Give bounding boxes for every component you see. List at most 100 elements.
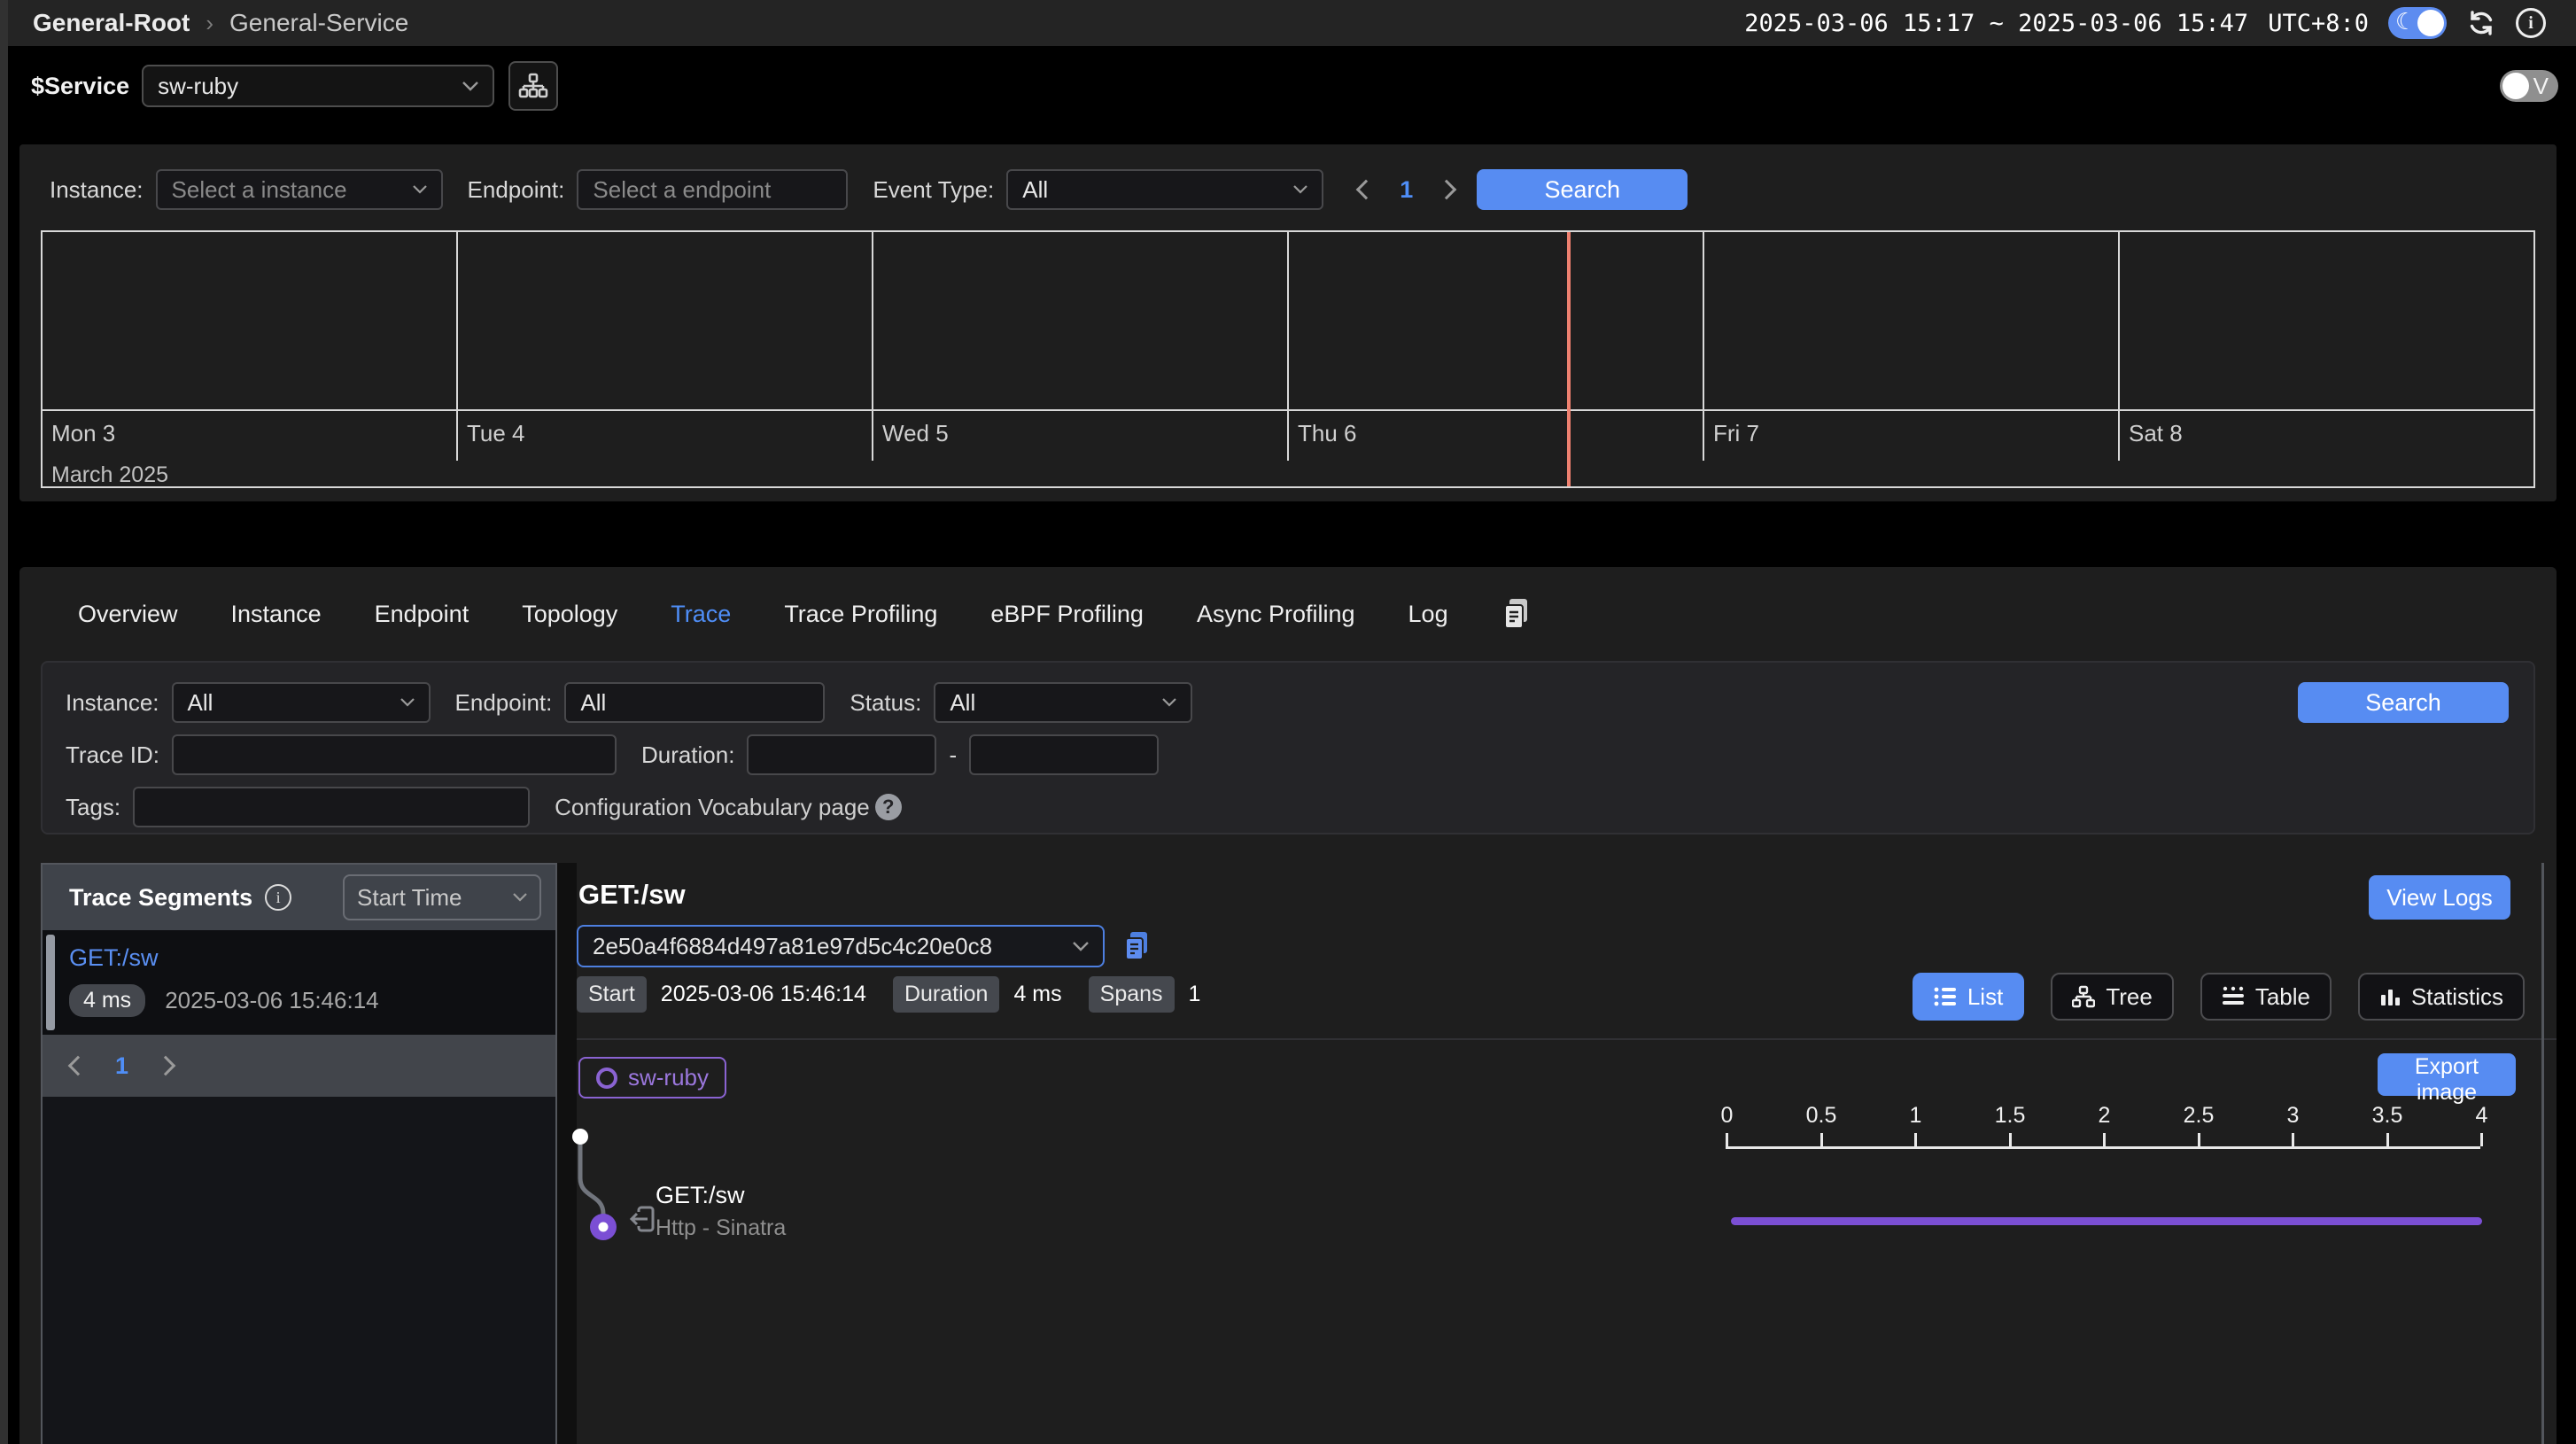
view-list-button[interactable]: List <box>1913 973 2024 1021</box>
collapsed-nav-strip <box>0 0 8 1444</box>
segment-duration-badge: 4 ms <box>69 984 145 1017</box>
chevron-down-icon <box>1162 698 1176 707</box>
filter-duration-min-input[interactable] <box>747 734 936 775</box>
calendar-day-label: Sat 8 <box>2120 411 2533 461</box>
calendar-month-label: March 2025 <box>43 461 2533 493</box>
copy-dashboard-icon[interactable] <box>1501 597 1532 631</box>
span-name[interactable]: GET:/sw <box>656 1182 745 1209</box>
trace-segment-item[interactable]: GET:/sw 4 ms 2025-03-06 15:46:14 <box>43 930 555 1035</box>
event-instance-label: Instance: <box>50 176 144 204</box>
view-statistics-button[interactable]: Statistics <box>2358 973 2525 1021</box>
trace-duration: 4 ms <box>1013 982 1061 1007</box>
list-icon <box>1934 986 1957 1007</box>
topology-icon <box>518 73 548 99</box>
view-table-button[interactable]: Table <box>2200 973 2332 1021</box>
view-logs-button[interactable]: View Logs <box>2369 875 2510 920</box>
service-variable-label: $Service <box>31 73 129 100</box>
breadcrumb-current[interactable]: General-Service <box>229 9 408 37</box>
calendar-day-cell[interactable] <box>1289 232 1704 409</box>
tree-icon <box>2072 985 2095 1008</box>
spans-chip: Spans <box>1089 976 1175 1013</box>
service-legend-icon <box>596 1067 617 1089</box>
timezone-label[interactable]: UTC+8:0 <box>2268 10 2369 37</box>
trace-id-value: 2e50a4f6884d497a81e97d5c4c20e0c8 <box>593 933 992 960</box>
event-panel: Instance: Select a instance Endpoint: Ev… <box>19 144 2557 501</box>
top-header: General-Root › General-Service 2025-03-0… <box>8 0 2576 46</box>
filter-duration-max-input[interactable] <box>969 734 1159 775</box>
time-range-picker[interactable]: 2025-03-06 15:17 ~ 2025-03-06 15:47 <box>1744 10 2248 37</box>
filter-endpoint-input[interactable] <box>564 682 825 723</box>
service-select[interactable]: sw-ruby <box>142 65 494 107</box>
next-page-icon[interactable] <box>156 1056 176 1076</box>
vocabulary-link[interactable]: Configuration Vocabulary page <box>555 794 870 821</box>
help-icon[interactable]: ? <box>875 794 902 820</box>
tab-ebpf-profiling[interactable]: eBPF Profiling <box>990 601 1144 628</box>
filter-tags-input[interactable] <box>133 787 530 827</box>
filter-instance-select[interactable]: All <box>172 682 431 723</box>
copy-trace-id-icon[interactable] <box>1122 930 1151 962</box>
filter-status-label: Status: <box>850 689 921 717</box>
span-duration-bar[interactable] <box>1731 1217 2482 1225</box>
event-page-number[interactable]: 1 <box>1400 176 1413 204</box>
prev-page-icon[interactable] <box>68 1056 89 1076</box>
next-page-icon[interactable] <box>1437 180 1457 200</box>
chevron-down-icon <box>1293 185 1307 194</box>
event-pagination: 1 <box>1359 176 1454 204</box>
prev-page-icon[interactable] <box>1356 180 1377 200</box>
trace-segments-title: Trace Segments <box>69 884 252 912</box>
segments-info-icon[interactable]: i <box>265 884 291 911</box>
scrollbar[interactable] <box>2541 863 2544 1444</box>
segment-name[interactable]: GET:/sw <box>69 944 555 972</box>
calendar-day-label: Mon 3 <box>43 411 458 461</box>
filter-status-select[interactable]: All <box>934 682 1192 723</box>
calendar-day-cell[interactable] <box>458 232 873 409</box>
trace-start-time: 2025-03-06 15:46:14 <box>661 982 866 1007</box>
root-node-dot <box>572 1129 588 1145</box>
calendar-day-cell[interactable] <box>2120 232 2533 409</box>
tab-endpoint[interactable]: Endpoint <box>375 601 469 628</box>
service-legend-label: sw-ruby <box>628 1064 709 1091</box>
trace-title: GET:/sw <box>578 879 686 911</box>
event-instance-select[interactable]: Select a instance <box>156 169 443 210</box>
info-icon[interactable]: i <box>2516 8 2546 38</box>
export-image-button[interactable]: Export image <box>2378 1053 2516 1096</box>
segment-start-time: 2025-03-06 15:46:14 <box>165 987 378 1014</box>
breadcrumb-root[interactable]: General-Root <box>33 9 190 37</box>
segments-sort-select[interactable]: Start Time <box>343 874 541 920</box>
filter-trace-id-label: Trace ID: <box>66 741 159 769</box>
tab-trace[interactable]: Trace <box>671 601 731 628</box>
calendar-day-cell[interactable] <box>1704 232 2120 409</box>
trace-tree-connector <box>566 1125 630 1244</box>
table-icon <box>2222 986 2245 1007</box>
trace-search-button[interactable]: Search <box>2298 682 2509 723</box>
calendar-day-cell[interactable] <box>43 232 458 409</box>
trace-id-select[interactable]: 2e50a4f6884d497a81e97d5c4c20e0c8 <box>577 925 1105 967</box>
filter-instance-label: Instance: <box>66 689 159 717</box>
event-search-button[interactable]: Search <box>1477 169 1688 210</box>
tab-instance[interactable]: Instance <box>231 601 322 628</box>
chevron-down-icon <box>413 185 427 194</box>
refresh-icon[interactable] <box>2466 8 2496 38</box>
tab-log[interactable]: Log <box>1408 601 1448 628</box>
event-type-value: All <box>1022 176 1048 204</box>
calendar-day-cell[interactable] <box>873 232 1289 409</box>
segments-page-number[interactable]: 1 <box>115 1052 128 1080</box>
topology-icon-button[interactable] <box>508 61 558 111</box>
service-legend-tag[interactable]: sw-ruby <box>578 1057 726 1099</box>
statistics-icon <box>2379 986 2401 1007</box>
tab-topology[interactable]: Topology <box>522 601 617 628</box>
event-type-select[interactable]: All <box>1006 169 1323 210</box>
tab-trace-profiling[interactable]: Trace Profiling <box>784 601 937 628</box>
trace-segments-panel: Trace Segments i Start Time GET:/sw 4 ms… <box>41 863 557 1444</box>
tab-async-profiling[interactable]: Async Profiling <box>1197 601 1355 628</box>
theme-toggle[interactable]: ☾ <box>2388 7 2447 39</box>
filter-trace-id-input[interactable] <box>172 734 617 775</box>
tab-overview[interactable]: Overview <box>78 601 178 628</box>
view-tree-button[interactable]: Tree <box>2051 973 2174 1021</box>
filter-duration-label: Duration: <box>641 741 735 769</box>
version-toggle[interactable]: V <box>2500 70 2558 102</box>
event-endpoint-label: Endpoint: <box>468 176 565 204</box>
filter-instance-value: All <box>188 689 213 717</box>
calendar-day-label: Thu 6 <box>1289 411 1704 461</box>
event-endpoint-input[interactable] <box>577 169 848 210</box>
